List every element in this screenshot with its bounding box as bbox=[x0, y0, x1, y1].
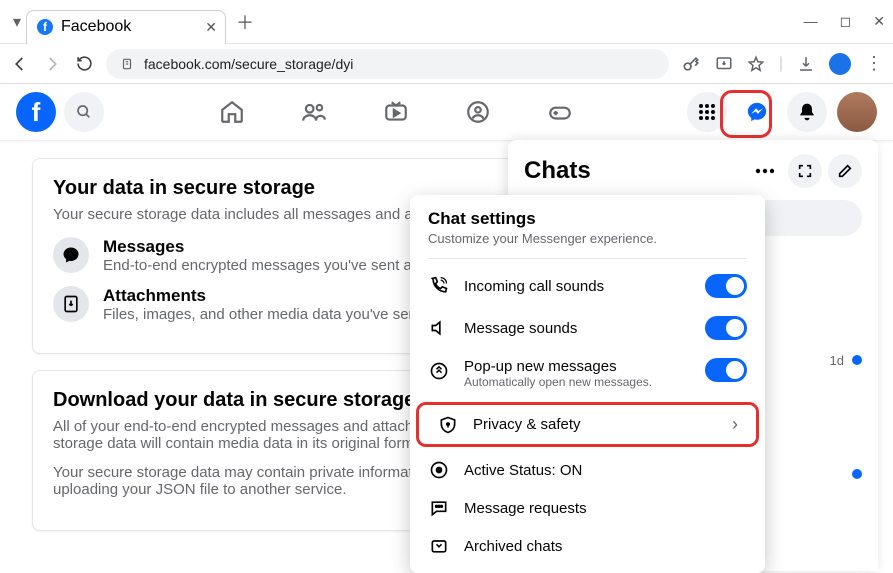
chevron-right-icon: › bbox=[732, 414, 738, 435]
speaker-icon bbox=[428, 318, 450, 338]
window-maximize[interactable]: ◻ bbox=[840, 13, 852, 30]
nav-groups-icon[interactable] bbox=[465, 99, 491, 125]
close-tab-icon[interactable]: ✕ bbox=[205, 19, 217, 36]
expand-chats-icon[interactable] bbox=[788, 154, 822, 188]
toggle-popup[interactable] bbox=[705, 358, 747, 382]
toggle-msg-sounds[interactable] bbox=[705, 316, 747, 340]
row-privacy-safety[interactable]: Privacy & safety › bbox=[416, 402, 759, 447]
row-active-status[interactable]: Active Status: ON bbox=[410, 451, 765, 489]
chat-options-icon[interactable] bbox=[748, 154, 782, 188]
unread-dot bbox=[852, 469, 862, 479]
nav-reload[interactable] bbox=[74, 54, 94, 74]
chat-settings-popup: Chat settings Customize your Messenger e… bbox=[410, 195, 765, 573]
window-close[interactable]: ✕ bbox=[873, 13, 885, 30]
messages-icon bbox=[53, 237, 89, 273]
bookmark-star-icon[interactable] bbox=[747, 55, 765, 73]
browser-tab[interactable]: f Facebook ✕ bbox=[26, 10, 226, 44]
nav-forward bbox=[42, 54, 62, 74]
divider bbox=[428, 258, 747, 259]
label-archived: Archived chats bbox=[464, 538, 747, 555]
download-icon[interactable] bbox=[797, 55, 815, 73]
message-requests-icon bbox=[428, 498, 450, 518]
tab-menu-caret[interactable]: ▾ bbox=[8, 12, 26, 32]
new-tab-button[interactable]: ＋ bbox=[236, 9, 254, 35]
window-minimize[interactable]: — bbox=[804, 13, 818, 30]
compose-chat-icon[interactable] bbox=[828, 154, 862, 188]
label-privacy: Privacy & safety bbox=[473, 416, 718, 433]
attachments-icon bbox=[53, 286, 89, 322]
chats-title: Chats bbox=[524, 157, 742, 185]
nav-back[interactable] bbox=[10, 54, 30, 74]
url-text: facebook.com/secure_storage/dyi bbox=[144, 56, 353, 72]
nav-home-icon[interactable] bbox=[219, 99, 245, 125]
account-avatar[interactable] bbox=[837, 92, 877, 132]
notifications-icon[interactable] bbox=[787, 92, 827, 132]
nav-gaming-icon[interactable] bbox=[547, 99, 573, 125]
install-icon[interactable] bbox=[715, 55, 733, 73]
label-requests: Message requests bbox=[464, 500, 747, 517]
archive-icon bbox=[428, 536, 450, 556]
chat-time: 1d bbox=[830, 353, 844, 368]
address-bar[interactable]: facebook.com/secure_storage/dyi bbox=[106, 49, 669, 79]
active-status-icon bbox=[428, 460, 450, 480]
label-popup-sub: Automatically open new messages. bbox=[464, 375, 691, 389]
nav-friends-icon[interactable] bbox=[301, 99, 327, 125]
nav-watch-icon[interactable] bbox=[383, 99, 409, 125]
settings-subtitle: Customize your Messenger experience. bbox=[410, 229, 765, 256]
label-msg-sounds: Message sounds bbox=[464, 320, 691, 337]
chrome-profile[interactable] bbox=[829, 53, 851, 75]
settings-title: Chat settings bbox=[410, 209, 765, 229]
label-incoming: Incoming call sounds bbox=[464, 278, 691, 295]
row-popup-messages[interactable]: Pop-up new messages Automatically open n… bbox=[410, 349, 765, 398]
row-message-sounds[interactable]: Message sounds bbox=[410, 307, 765, 349]
tab-title: Facebook bbox=[61, 18, 131, 36]
row-message-requests[interactable]: Message requests bbox=[410, 489, 765, 527]
unread-dot bbox=[852, 355, 862, 365]
label-active: Active Status: ON bbox=[464, 462, 747, 479]
phone-icon bbox=[428, 276, 450, 296]
toggle-incoming[interactable] bbox=[705, 274, 747, 298]
label-popup: Pop-up new messages bbox=[464, 358, 691, 375]
shield-icon bbox=[437, 415, 459, 435]
row-archived-chats[interactable]: Archived chats bbox=[410, 527, 765, 565]
fb-search-button[interactable] bbox=[64, 92, 104, 132]
row-incoming-sounds[interactable]: Incoming call sounds bbox=[410, 265, 765, 307]
facebook-favicon: f bbox=[37, 19, 53, 35]
popup-icon bbox=[428, 361, 450, 381]
chrome-menu-icon[interactable]: ⋮ bbox=[865, 53, 883, 74]
highlight-messenger bbox=[720, 90, 772, 138]
facebook-logo[interactable]: f bbox=[16, 92, 56, 132]
key-icon[interactable] bbox=[681, 54, 701, 74]
